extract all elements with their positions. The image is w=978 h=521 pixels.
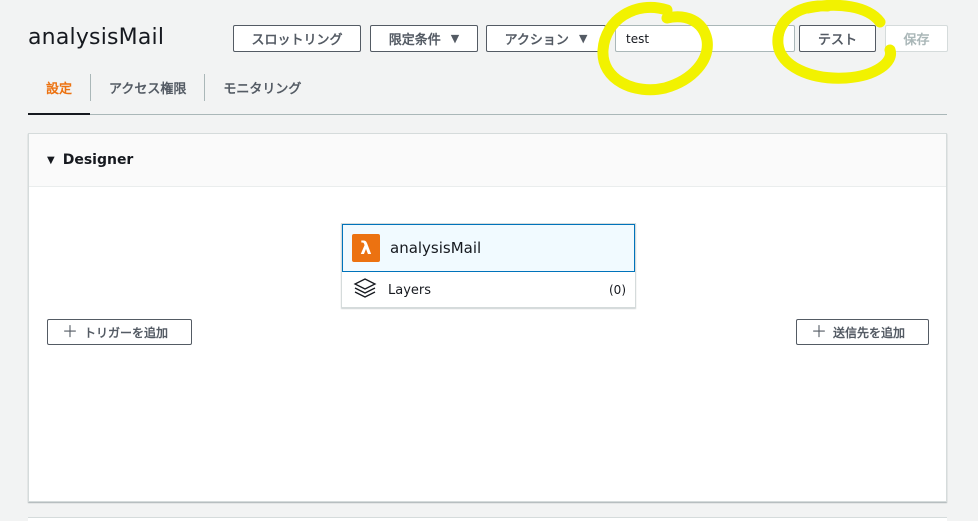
function-node[interactable]: λ analysisMail [342, 224, 635, 272]
caret-down-icon: ▼ [450, 32, 460, 45]
layers-label: Layers [388, 282, 432, 298]
tab-settings[interactable]: 設定 [28, 72, 91, 115]
layers-count: (0) [609, 283, 626, 297]
add-trigger-label: トリガーを追加 [84, 325, 169, 340]
plus-icon: ＋ [811, 322, 828, 341]
qualifier-label: 限定条件 [388, 33, 441, 48]
tab-monitoring-label: モニタリング [223, 81, 302, 97]
add-trigger-button[interactable]: ＋ トリガーを追加 [47, 319, 192, 345]
test-event-value: test [626, 31, 650, 46]
layers-icon [353, 277, 377, 303]
tab-permissions-label: アクセス権限 [109, 81, 187, 97]
actions-label: アクション [504, 33, 569, 48]
tab-monitoring[interactable]: モニタリング [205, 72, 319, 114]
add-destination-label: 送信先を追加 [833, 325, 906, 340]
designer-header[interactable]: ▼ Designer [29, 134, 946, 187]
actions-dropdown[interactable]: アクション ▼ [486, 25, 606, 52]
qualifier-dropdown[interactable]: 限定条件 ▼ [370, 25, 478, 52]
tab-permissions[interactable]: アクセス権限 [91, 72, 204, 114]
tab-settings-label: 設定 [46, 81, 73, 97]
next-panel-edge [28, 517, 947, 521]
save-button[interactable]: 保存 [885, 25, 948, 52]
layers-node[interactable]: Layers (0) [342, 272, 635, 308]
throttle-label: スロットリング [251, 33, 343, 48]
save-label: 保存 [903, 33, 930, 48]
add-destination-button[interactable]: ＋ 送信先を追加 [796, 319, 929, 345]
caret-down-icon: ▼ [578, 32, 588, 45]
function-name: analysisMail [390, 239, 482, 257]
test-label: テスト [817, 33, 857, 48]
test-event-select[interactable]: test ▼ [615, 25, 795, 52]
function-card: λ analysisMail Layers (0) [341, 223, 636, 308]
page-title: analysisMail [28, 25, 165, 50]
throttle-button[interactable]: スロットリング [233, 25, 361, 52]
triangle-down-icon: ▼ [47, 154, 55, 166]
plus-icon: ＋ [62, 322, 79, 341]
caret-down-icon: ▼ [775, 32, 784, 45]
lambda-icon: λ [352, 234, 380, 262]
test-button[interactable]: テスト [799, 25, 876, 52]
designer-title: Designer [62, 152, 134, 168]
designer-panel: ▼ Designer λ analysisMail Layers (0) ＋ ト… [28, 133, 947, 502]
tab-bar: 設定 アクセス権限 モニタリング [28, 72, 947, 115]
